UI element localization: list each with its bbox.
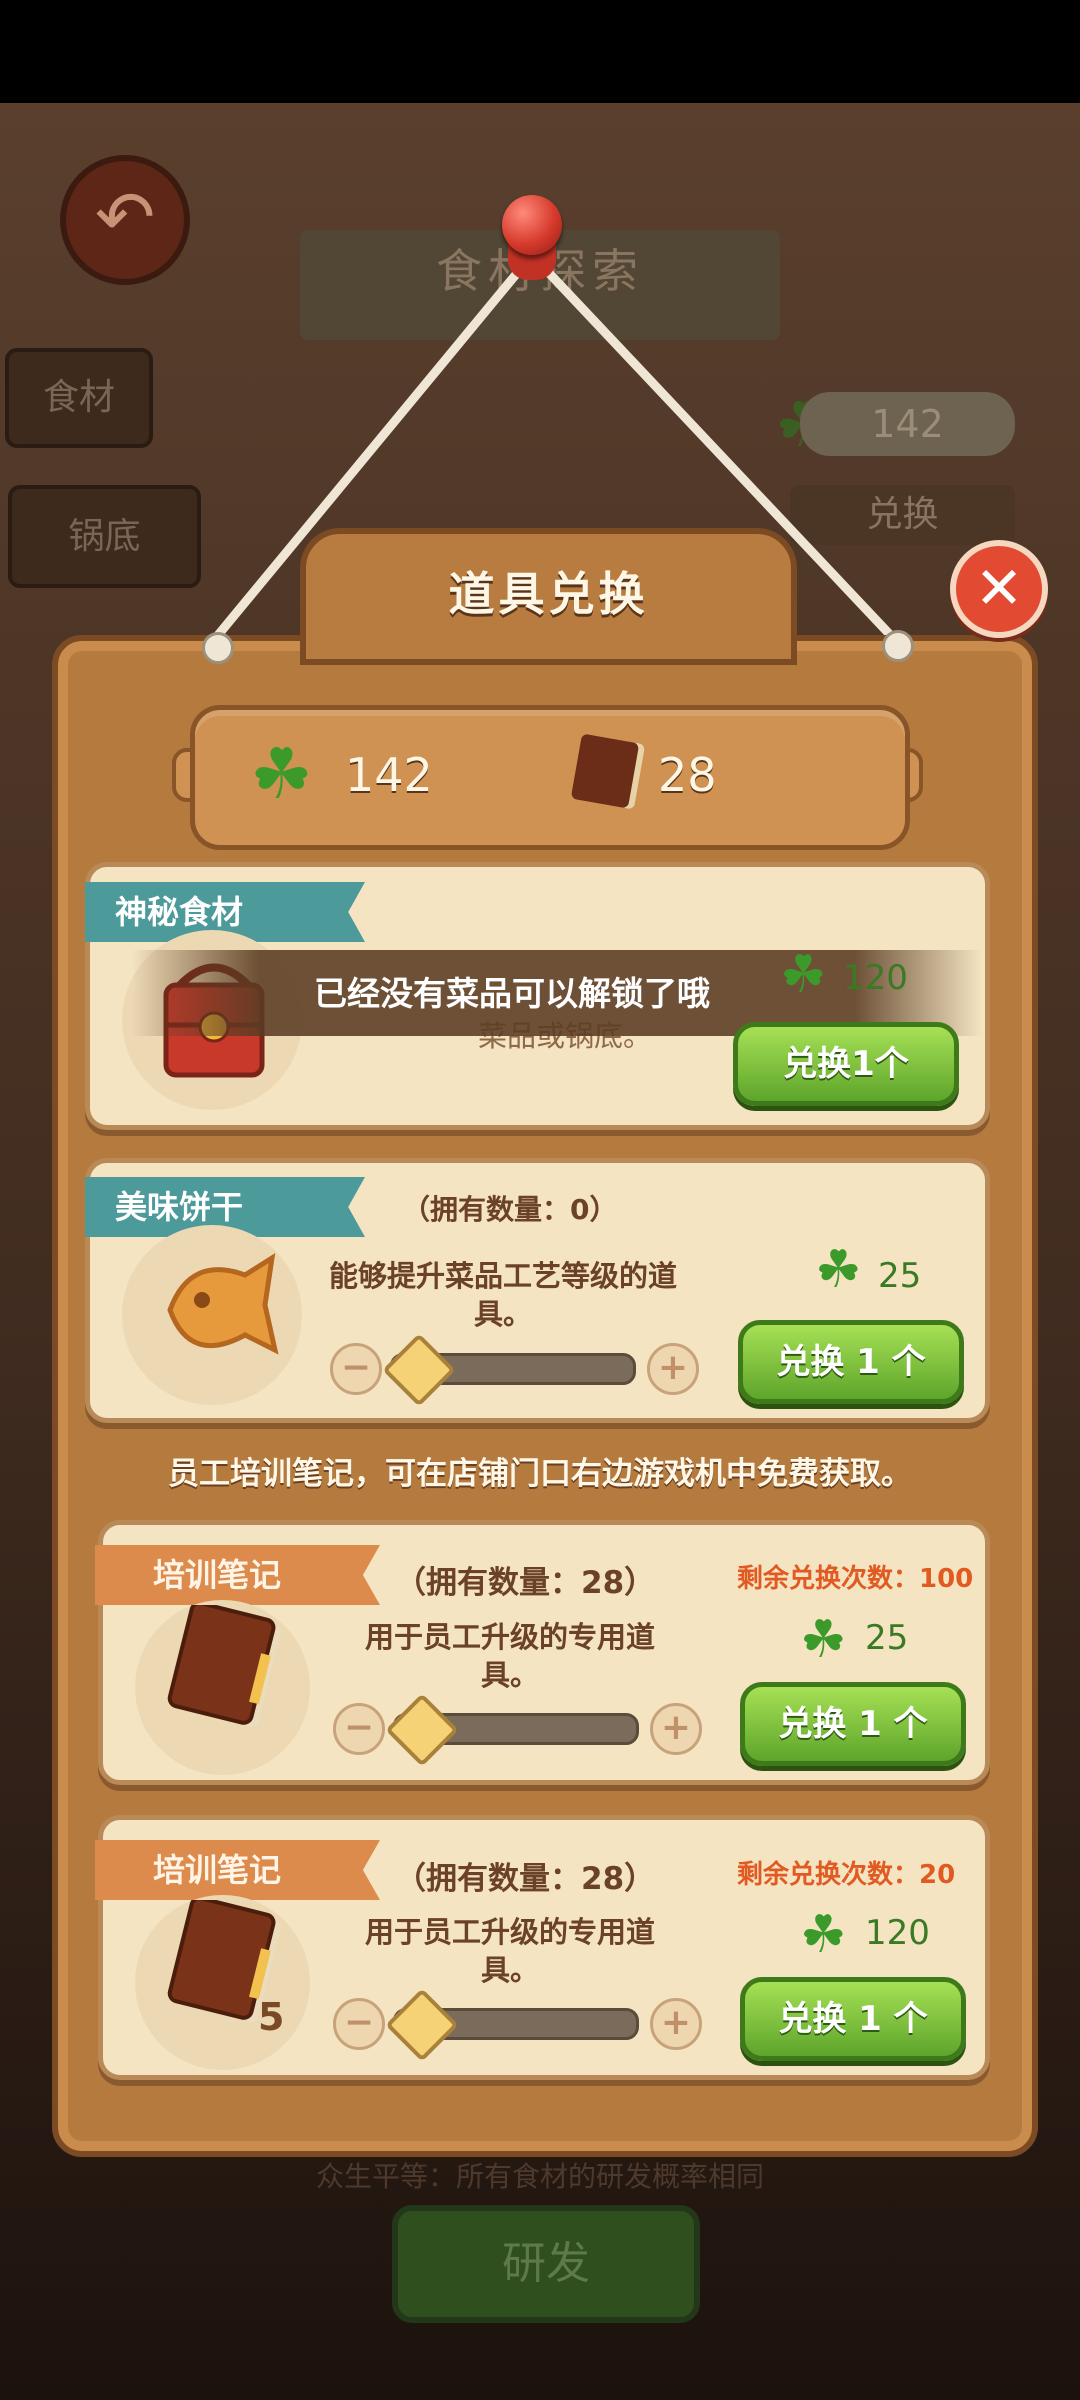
notebook-balance: 28 <box>658 748 717 802</box>
exchange-button[interactable]: 兑换1个 <box>733 1022 959 1106</box>
remaining-exchanges: 剩余兑换次数：20 <box>737 1860 956 1890</box>
background-footer-text: 众生平等：所有食材的研发概率相同 <box>315 2160 764 2193</box>
rope-knot-right <box>882 630 914 662</box>
owned-count: （拥有数量：28） <box>395 1565 656 1601</box>
remaining-exchanges: 剩余兑换次数：100 <box>737 1564 974 1594</box>
item-description: 用于员工升级的专用道具。 <box>364 1620 655 1692</box>
item-price: 25 <box>865 1618 909 1658</box>
item-price: 25 <box>878 1256 922 1296</box>
rope-knot-left <box>202 632 234 664</box>
exchange-button[interactable]: 兑换 1 个 <box>738 1320 964 1404</box>
close-icon[interactable]: ✕ <box>950 540 1048 638</box>
research-button: 研发 <box>392 2205 700 2323</box>
clover-balance: 142 <box>345 748 433 802</box>
increase-quantity-button[interactable]: + <box>650 1998 702 2050</box>
notebook-tip: 员工培训笔记，可在店铺门口右边游戏机中免费获取。 <box>168 1456 912 1492</box>
owned-count: （拥有数量：0） <box>402 1193 618 1226</box>
owned-count: （拥有数量：28） <box>395 1861 656 1897</box>
four-leaf-clover-icon: ☘ <box>815 1240 862 1300</box>
four-leaf-clover-icon: ☘ <box>800 1610 847 1670</box>
item-price: 120 <box>843 958 908 998</box>
item-price: 120 <box>865 1913 930 1953</box>
toast-message: 已经没有菜品可以解锁了哦 <box>314 974 710 1013</box>
increase-quantity-button[interactable]: + <box>650 1703 702 1755</box>
four-leaf-clover-icon: ☘ <box>800 1905 847 1965</box>
fish-cookie-icon <box>167 1252 279 1355</box>
pin-icon <box>502 195 562 255</box>
item-name: 培训笔记 <box>95 1545 380 1605</box>
four-leaf-clover-icon: ☘ <box>250 733 313 815</box>
exchange-button[interactable]: 兑换 1 个 <box>740 1977 966 2061</box>
decrease-quantity-button[interactable]: − <box>333 1998 385 2050</box>
decrease-quantity-button[interactable]: − <box>333 1703 385 1755</box>
exchange-button[interactable]: 兑换 1 个 <box>740 1682 966 1766</box>
item-name: 培训笔记 <box>95 1840 380 1900</box>
increase-quantity-button[interactable]: + <box>647 1343 699 1395</box>
dialog-title: 道具兑换 <box>448 567 649 621</box>
item-description: 能够提升菜品工艺等级的道具。 <box>328 1259 677 1331</box>
notebook-icon <box>167 1605 281 1728</box>
decrease-quantity-button[interactable]: − <box>330 1343 382 1395</box>
item-description: 用于员工升级的专用道具。 <box>364 1915 655 1987</box>
notebook-icon <box>570 733 640 809</box>
bundle-count: 5 <box>258 1995 285 2039</box>
four-leaf-clover-icon: ☘ <box>780 945 827 1005</box>
